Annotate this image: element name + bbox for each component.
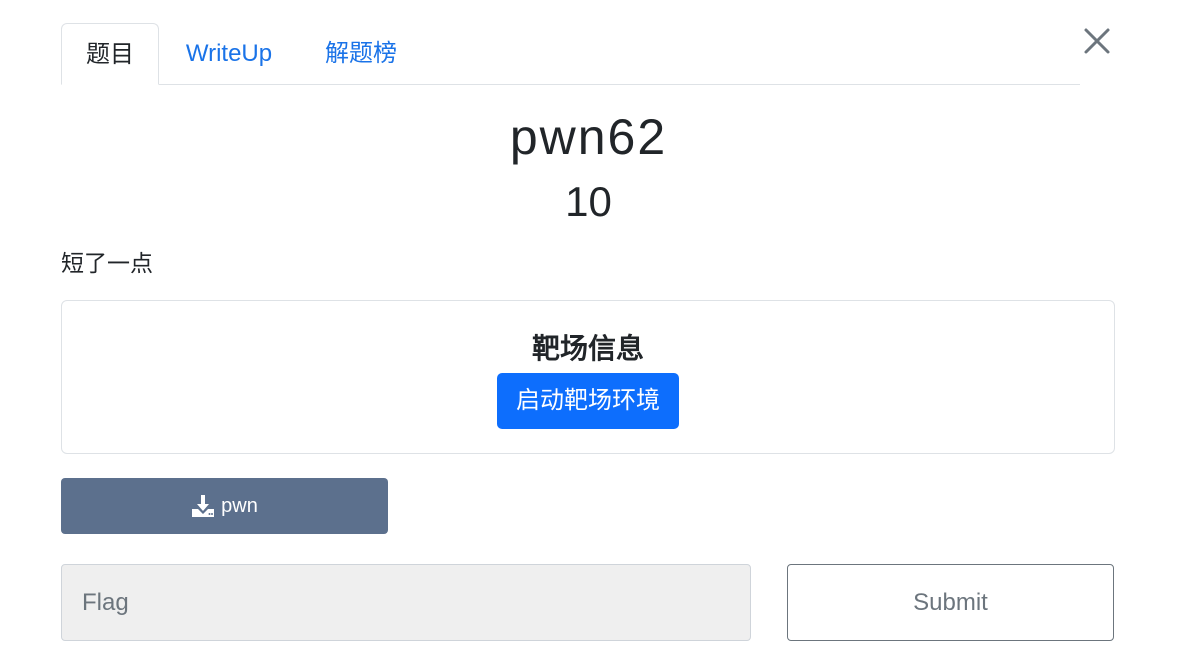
challenge-description: 短了一点	[61, 250, 153, 276]
environment-title: 靶场信息	[531, 333, 644, 364]
start-environment-button[interactable]: 启动靶场环境	[497, 373, 679, 429]
flag-input[interactable]	[61, 564, 751, 641]
challenge-name: pwn62	[509, 109, 668, 165]
submit-button[interactable]: Submit	[787, 564, 1114, 641]
challenge-score: 10	[565, 178, 612, 225]
challenge-modal: 题目 WriteUp 解题榜 pwn62 10 短了一点 靶场信息 启动靶场环境…	[0, 0, 1177, 660]
download-icon	[192, 495, 215, 517]
close-icon[interactable]	[1078, 24, 1114, 60]
tab-solves[interactable]: 解题榜	[305, 23, 417, 84]
environment-panel: 靶场信息 启动靶场环境	[61, 300, 1115, 454]
download-button[interactable]: pwn	[61, 478, 388, 534]
tab-challenge[interactable]: 题目	[61, 23, 159, 85]
tab-writeup[interactable]: WriteUp	[159, 23, 299, 84]
tab-bar: 题目 WriteUp 解题榜	[61, 23, 1080, 85]
download-label: pwn	[221, 494, 258, 517]
